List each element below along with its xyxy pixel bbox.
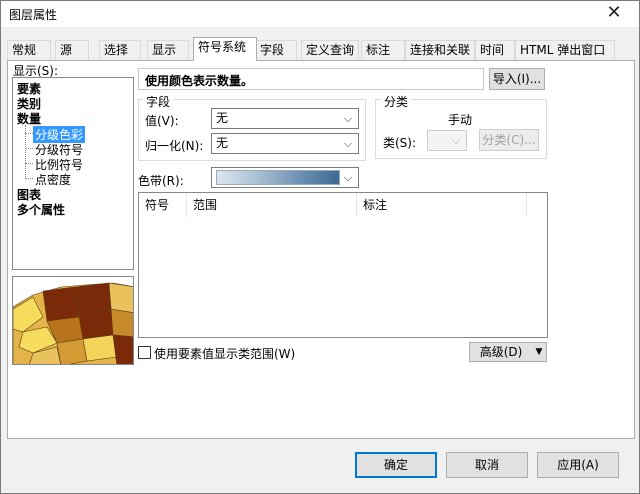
tree-item-multiple-attributes[interactable]: 多个属性 — [17, 201, 65, 218]
value-field-selected: 无 — [216, 111, 229, 125]
tab-html-popup[interactable]: HTML 弹出窗口 — [515, 40, 615, 60]
classify-button[interactable]: 分类(C)... — [479, 129, 539, 151]
chevron-down-icon: ⌵ — [451, 134, 461, 147]
choropleth-map-thumbnail — [13, 277, 133, 364]
tab-source[interactable]: 源 — [55, 40, 89, 60]
renderer-tree: 要素 类别 数量 分级色彩 分级符号 比例符号 点密度 图表 多个属性 — [12, 77, 134, 270]
tree-item-quantities[interactable]: 数量 — [17, 110, 41, 127]
apply-button[interactable]: 应用(A) — [537, 452, 619, 478]
advanced-button-label: 高级(D) — [479, 345, 523, 359]
tab-strip: 常规 源 选择 显示 符号系统 字段 定义查询 标注 连接和关联 时间 HTML… — [7, 37, 635, 61]
tab-symbology[interactable]: 符号系统 — [193, 37, 257, 61]
tab-selection[interactable]: 选择 — [99, 40, 141, 60]
tab-joins-relates[interactable]: 连接和关联 — [405, 40, 475, 60]
classes-label: 类(S): — [383, 136, 417, 150]
layer-properties-dialog: 图层属性 ✕ 常规 源 选择 显示 符号系统 字段 定义查询 标注 连接和关联 … — [0, 0, 640, 494]
close-icon[interactable]: ✕ — [603, 3, 625, 23]
ok-button[interactable]: 确定 — [355, 452, 437, 478]
classification-group-legend: 分类 — [381, 93, 412, 110]
tab-general[interactable]: 常规 — [7, 40, 51, 60]
value-field-select[interactable]: 无 ⌵ — [211, 108, 359, 129]
tab-display[interactable]: 显示 — [147, 40, 189, 60]
dropdown-arrow-icon: ▼ — [535, 347, 543, 357]
tab-time[interactable]: 时间 — [475, 40, 515, 60]
advanced-button[interactable]: 高级(D) ▼ — [469, 342, 547, 362]
value-field-label: 值(V): — [145, 114, 179, 128]
tab-definition-query[interactable]: 定义查询 — [301, 40, 359, 60]
color-ramp-label: 色带(R): — [138, 174, 184, 188]
tab-labels[interactable]: 标注 — [361, 40, 405, 60]
tree-connector — [25, 148, 33, 149]
normalization-field-select[interactable]: 无 ⌵ — [211, 133, 359, 154]
normalization-field-label: 归一化(N): — [145, 139, 204, 153]
tab-fields[interactable]: 字段 — [255, 40, 297, 60]
color-ramp-swatch — [216, 170, 340, 185]
chevron-down-icon: ⌵ — [343, 137, 353, 150]
tree-connector — [25, 133, 33, 134]
column-header-symbol[interactable]: 符号 — [139, 193, 187, 217]
show-feature-values-checkbox[interactable] — [138, 346, 151, 359]
fields-group-legend: 字段 — [143, 93, 174, 110]
column-header-label[interactable]: 标注 — [357, 193, 527, 217]
tree-connector — [25, 178, 33, 179]
renderer-preview-image — [12, 276, 134, 365]
window-title: 图层属性 — [9, 8, 58, 22]
tree-connector — [25, 163, 33, 164]
column-header-range[interactable]: 范围 — [187, 193, 357, 217]
classification-method: 手动 — [448, 113, 473, 127]
title-bar: 图层属性 ✕ — [1, 1, 639, 27]
chevron-down-icon: ⌵ — [343, 171, 353, 184]
renderer-description: 使用颜色表示数量。 — [138, 68, 484, 90]
import-button[interactable]: 导入(I)... — [489, 68, 545, 90]
chevron-down-icon: ⌵ — [343, 112, 353, 125]
normalization-field-selected: 无 — [216, 136, 229, 150]
show-feature-values-label: 使用要素值显示类范围(W) — [154, 347, 296, 361]
classes-select[interactable]: ⌵ — [427, 130, 467, 151]
cancel-button[interactable]: 取消 — [446, 452, 528, 478]
class-breaks-table[interactable]: 符号 范围 标注 — [138, 192, 548, 338]
